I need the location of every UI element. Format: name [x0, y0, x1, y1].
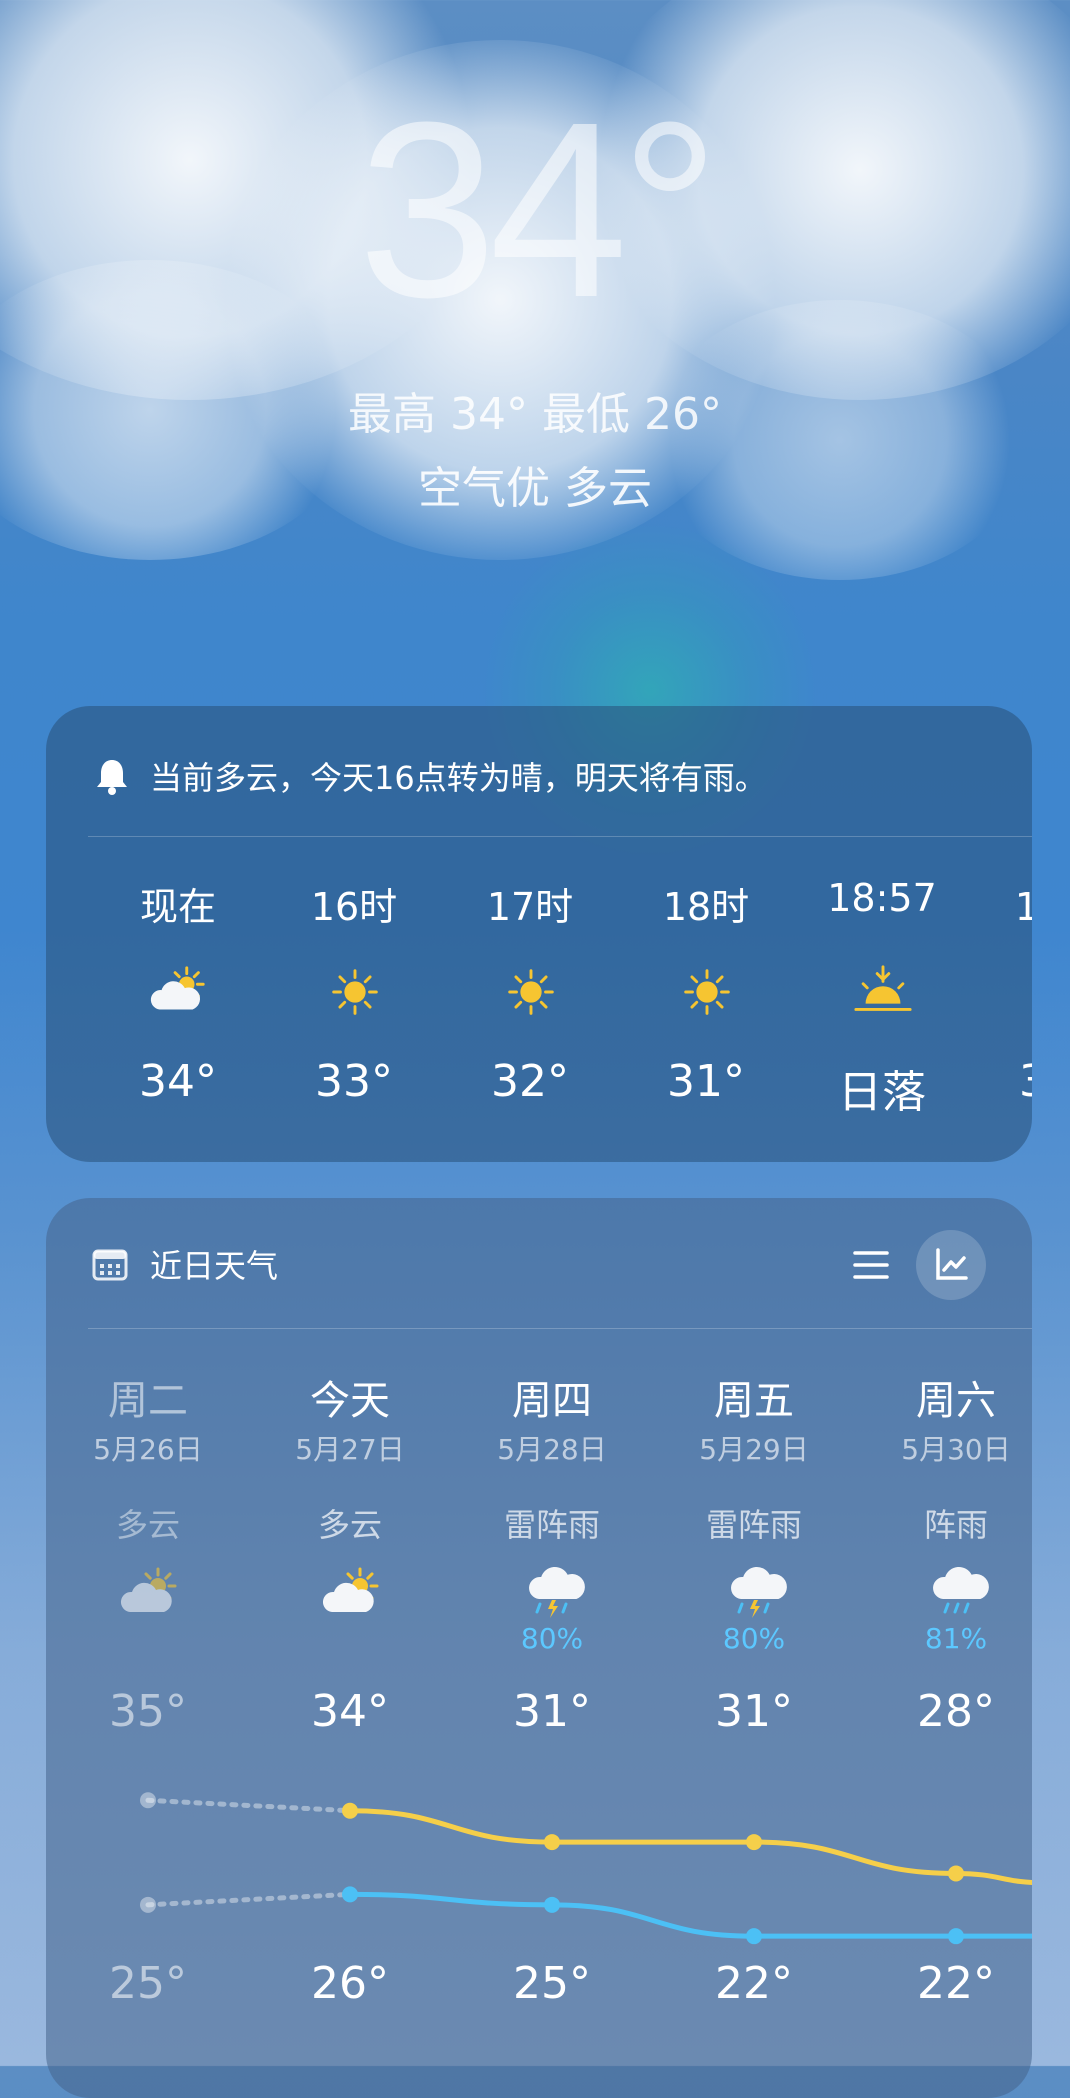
line-chart-icon: [936, 1248, 968, 1280]
day-low-temperature: 22°: [917, 1958, 995, 2009]
hour-label: 16时: [310, 885, 398, 929]
partly-cloudy-icon: [322, 1567, 379, 1612]
daily-header: 近日天气: [92, 1234, 278, 1294]
hour-label: 现在: [139, 885, 216, 929]
day-date: 5月27日: [295, 1433, 405, 1466]
hour-label: 19时: [1014, 885, 1032, 929]
thunderstorm-icon: [529, 1566, 585, 1618]
hourly-forecast-card[interactable]: 当前多云，今天16点转为晴，明天将有雨。 现在 34° 16时 33° 17时 32° 18…: [46, 706, 1032, 1162]
high-temperature-point: [948, 1865, 964, 1882]
daily-title: 近日天气: [150, 1247, 279, 1285]
temperature-trend-chart: [140, 1792, 1032, 1945]
air-quality-condition[interactable]: 空气优 多云: [0, 452, 1070, 516]
high-temperature-point: [140, 1792, 156, 1809]
day-low-temperature: 26°: [311, 1958, 389, 2009]
hour-temperature: 31°: [667, 1056, 745, 1107]
precip-probability: 80%: [722, 1622, 786, 1655]
day-name: 今天: [310, 1378, 390, 1424]
day-date: 5月28日: [497, 1433, 607, 1466]
day-low-temperature: 25°: [513, 1958, 591, 2009]
list-view-icon[interactable]: [846, 1240, 896, 1290]
day-low-temperature: 25°: [109, 1958, 187, 2009]
weather-alert[interactable]: 当前多云，今天16点转为晴，明天将有雨。: [94, 746, 767, 806]
hour-temperature: 34°: [139, 1056, 217, 1107]
day-condition: 雷阵雨: [705, 1506, 802, 1544]
high-low-temperature: 最高 34° 最低 26°: [348, 389, 722, 440]
low-temperature-line: [349, 1891, 1032, 1939]
day-icon: [118, 1566, 182, 1622]
hour-icon: [500, 964, 562, 1026]
high-temperature-past-segment: [145, 1797, 353, 1814]
day-name: 周四: [512, 1378, 592, 1424]
partly-cloudy-icon: [150, 966, 205, 1010]
sunset-icon: [854, 965, 912, 1011]
daily-forecast-card[interactable]: 近日天气 周二 5月26日多云 35° 今天 5月27日多云 34° 周四 5月28日雷阵雨 8…: [46, 1198, 1032, 2098]
day-high-temperature: 31°: [513, 1686, 591, 1737]
alert-text: 当前多云，今天16点转为晴，明天将有雨。: [150, 759, 767, 797]
day-condition: 雷阵雨: [503, 1506, 600, 1544]
low-temperature-past-segment: [145, 1891, 353, 1908]
day-date: 5月26日: [93, 1433, 203, 1466]
bell-icon: [97, 760, 127, 795]
high-temperature-point: [342, 1802, 358, 1819]
hour-label: 18:57: [827, 876, 937, 920]
day-icon: [522, 1566, 586, 1622]
day-condition: 阵雨: [923, 1506, 988, 1544]
sun-icon: [684, 969, 730, 1015]
low-temperature-point: [746, 1928, 762, 1945]
hour-temperature: 33°: [315, 1056, 393, 1107]
day-date: 5月30日: [901, 1433, 1011, 1466]
chart-view-button[interactable]: [916, 1230, 986, 1300]
low-temperature-point: [544, 1896, 560, 1913]
low-temperature-point: [948, 1928, 964, 1945]
hour-icon: [148, 964, 210, 1026]
day-low-temperature: 22°: [715, 1958, 793, 2009]
sun-icon: [332, 969, 378, 1015]
day-icon: [724, 1566, 788, 1622]
day-icon: [320, 1566, 384, 1622]
sun-icon: [508, 969, 554, 1015]
hour-temperature: 32°: [491, 1056, 569, 1107]
hour-icon: [1028, 964, 1032, 1026]
daily-list[interactable]: 周二 5月26日多云 35° 今天 5月27日多云 34° 周四 5月28日雷阵雨 80% 31°…: [46, 1368, 1032, 1788]
precip-probability: 81%: [924, 1622, 988, 1655]
thunderstorm-icon: [731, 1566, 787, 1618]
high-temperature-point: [746, 1834, 762, 1851]
calendar-icon: [92, 1249, 128, 1281]
day-name: 周二: [108, 1378, 188, 1424]
cloud-icon: [1028, 964, 1032, 1020]
partly-cloudy-icon: [120, 1567, 177, 1612]
hour-label: 18时: [662, 885, 750, 929]
hour-temperature: 日落: [838, 1067, 926, 1118]
day-high-temperature: 34°: [311, 1686, 389, 1737]
day-icon: [926, 1566, 990, 1622]
high-temperature-point: [544, 1834, 560, 1851]
day-condition: 多云: [115, 1506, 180, 1544]
divider: [88, 836, 1032, 837]
precip-probability: 80%: [520, 1622, 584, 1655]
day-high-temperature: 28°: [917, 1686, 995, 1737]
day-date: 5月29日: [699, 1433, 809, 1466]
shower-icon: [933, 1566, 989, 1614]
day-name: 周六: [916, 1378, 996, 1424]
low-temperature-point: [342, 1886, 358, 1903]
day-high-temperature: 35°: [109, 1686, 187, 1737]
divider: [88, 1328, 1032, 1329]
day-name: 周五: [714, 1378, 794, 1424]
current-temperature: 34°: [357, 70, 720, 349]
hour-icon: [852, 964, 914, 1026]
hour-icon: [676, 964, 738, 1026]
hour-label: 17时: [486, 885, 574, 929]
hour-temperature: 31°: [970, 1056, 1032, 1107]
low-temperature-point: [140, 1896, 156, 1913]
day-high-temperature: 31°: [715, 1686, 793, 1737]
high-temperature-line: [349, 1808, 1032, 1885]
hour-icon: [324, 964, 386, 1026]
day-condition: 多云: [317, 1506, 382, 1544]
